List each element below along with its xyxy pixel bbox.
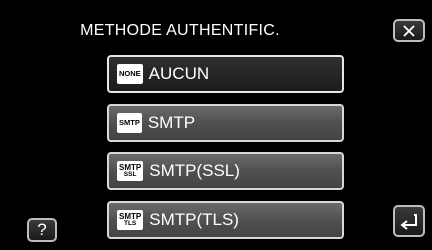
smtp-tls-icon: SMTP TLS bbox=[117, 210, 144, 230]
back-button[interactable] bbox=[393, 205, 425, 237]
smtp-icon: SMTP bbox=[117, 113, 142, 133]
option-smtp-tls[interactable]: SMTP TLS SMTP(TLS) bbox=[107, 201, 344, 239]
close-button[interactable] bbox=[393, 19, 425, 42]
close-icon bbox=[403, 24, 415, 37]
option-label: SMTP(TLS) bbox=[149, 210, 239, 229]
option-label: SMTP bbox=[147, 113, 196, 132]
question-mark-icon: ? bbox=[37, 220, 47, 239]
badge-text-bottom: TLS bbox=[123, 219, 137, 227]
none-icon: NONE bbox=[117, 64, 143, 84]
return-arrow-icon bbox=[400, 214, 417, 230]
help-button[interactable]: ? bbox=[27, 218, 57, 242]
option-label: SMTP(SSL) bbox=[149, 161, 240, 180]
badge-text-bottom: SSL bbox=[123, 170, 137, 178]
badge-text: SMTP bbox=[119, 118, 140, 128]
option-label: AUCUN bbox=[148, 64, 210, 83]
smtp-ssl-icon: SMTP SSL bbox=[117, 161, 144, 181]
badge-text: NONE bbox=[119, 69, 141, 79]
option-none[interactable]: NONE AUCUN bbox=[107, 55, 344, 93]
page-title: METHODE AUTHENTIFIC. bbox=[80, 22, 280, 39]
option-smtp[interactable]: SMTP SMTP bbox=[107, 104, 344, 142]
option-smtp-ssl[interactable]: SMTP SSL SMTP(SSL) bbox=[107, 152, 344, 190]
